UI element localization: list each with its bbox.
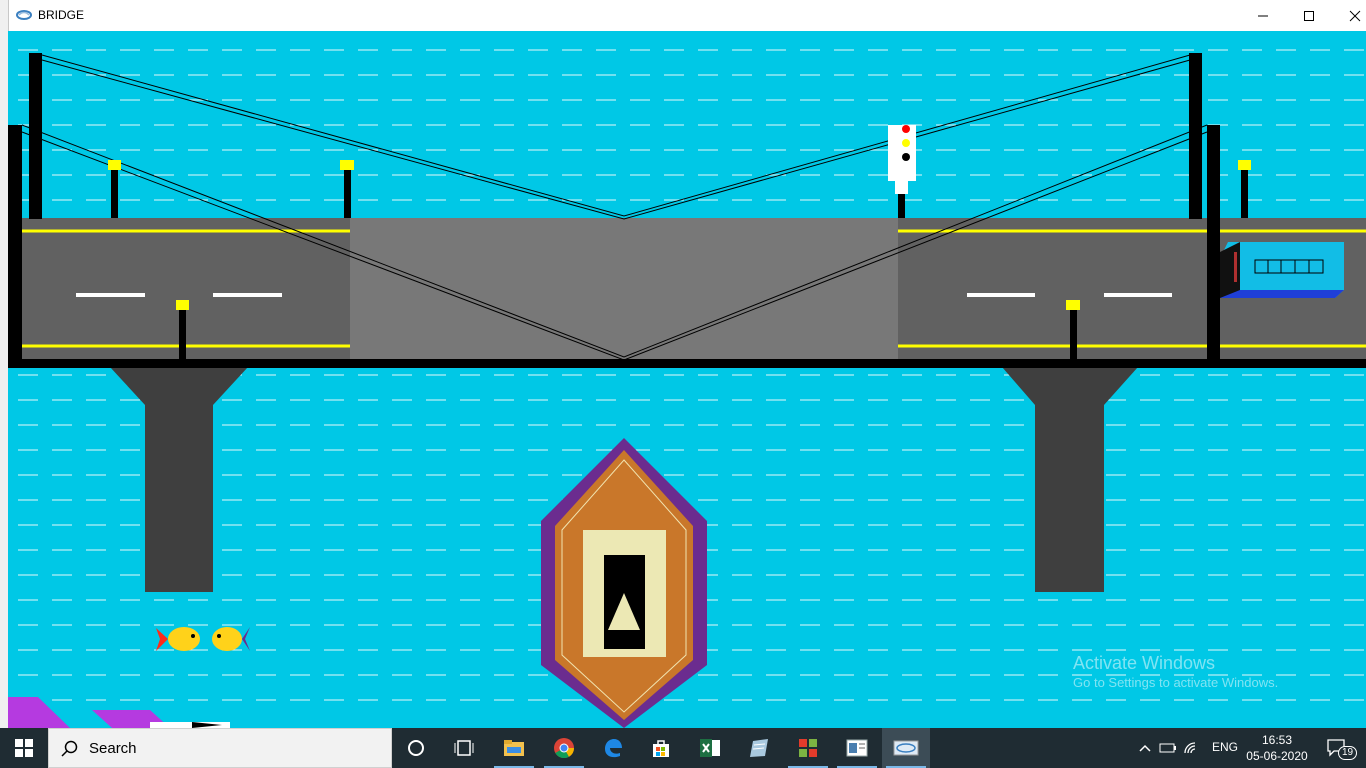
activation-watermark: Activate Windows Go to Settings to activ… <box>1073 652 1278 692</box>
office-icon <box>799 739 817 757</box>
bridge-scene-canvas <box>8 31 1366 728</box>
notification-count: 19 <box>1338 746 1358 760</box>
bridge-deck-beam <box>8 359 1366 368</box>
bridge-span <box>350 218 898 359</box>
maximize-button[interactable] <box>1286 0 1332 31</box>
right-tower-outer <box>1207 125 1220 363</box>
store-icon <box>653 740 669 757</box>
office-button[interactable] <box>784 728 832 768</box>
notepad-icon <box>750 739 768 757</box>
search-placeholder: Search <box>89 740 137 757</box>
clock-date: 05-06-2020 <box>1246 749 1308 763</box>
store-button[interactable] <box>637 728 685 768</box>
chrome-button[interactable] <box>540 728 588 768</box>
notification-button[interactable]: 19 <box>1318 728 1358 768</box>
language-indicator[interactable]: ENG <box>1212 740 1238 754</box>
graphics-app-icon <box>893 740 919 756</box>
taskbar: Search ENG 16:53 05-06-2020 19 <box>0 728 1366 768</box>
maximize-icon <box>1304 10 1314 21</box>
title-bar[interactable]: BRIDGE <box>8 0 1366 31</box>
lane-marking <box>1104 293 1172 297</box>
clock[interactable]: 16:53 05-06-2020 <box>1246 732 1308 764</box>
bus <box>1220 242 1344 298</box>
chevron-up-icon <box>1139 744 1151 752</box>
red-light <box>902 125 910 133</box>
window-title: BRIDGE <box>38 8 85 22</box>
graphics-app-button[interactable] <box>882 728 930 768</box>
app-window: BRIDGE Activate Windows Go to Settings t… <box>0 0 1366 728</box>
watermark-subtitle: Go to Settings to activate Windows. <box>1073 675 1279 690</box>
cortana-button[interactable] <box>392 728 440 768</box>
start-button[interactable] <box>0 728 48 768</box>
app-icon <box>16 10 32 20</box>
minimize-icon <box>1258 15 1268 16</box>
minimize-button[interactable] <box>1240 0 1286 31</box>
lane-marking <box>76 293 145 297</box>
off-light <box>902 153 910 161</box>
network-button[interactable] <box>1180 728 1202 768</box>
cortana-icon <box>408 740 424 756</box>
battery-button[interactable] <box>1158 728 1178 768</box>
search-icon <box>61 740 78 757</box>
tool-icon <box>846 739 868 757</box>
lane-marking <box>967 293 1035 297</box>
wifi-icon <box>1184 742 1196 754</box>
close-button[interactable] <box>1332 0 1366 31</box>
clock-time: 16:53 <box>1261 733 1293 747</box>
excel-icon <box>700 739 720 757</box>
show-hidden-icons-button[interactable] <box>1136 728 1154 768</box>
watermark-title: Activate Windows <box>1073 653 1216 673</box>
file-explorer-button[interactable] <box>490 728 538 768</box>
chrome-icon <box>554 738 575 759</box>
search-box[interactable]: Search <box>48 728 392 768</box>
edge-icon <box>605 739 622 758</box>
notepad-button[interactable] <box>735 728 783 768</box>
left-tower-outer <box>8 125 22 365</box>
close-icon <box>1349 10 1361 21</box>
edge-button[interactable] <box>589 728 637 768</box>
windows-logo-icon <box>15 739 33 757</box>
excel-button[interactable] <box>686 728 734 768</box>
lane-marking <box>213 293 282 297</box>
task-view-button[interactable] <box>440 728 488 768</box>
battery-icon <box>1159 743 1176 753</box>
file-explorer-icon <box>504 740 524 756</box>
left-tower <box>29 53 42 219</box>
task-view-icon <box>454 740 474 756</box>
yellow-light <box>902 139 910 147</box>
tool-button[interactable] <box>833 728 881 768</box>
